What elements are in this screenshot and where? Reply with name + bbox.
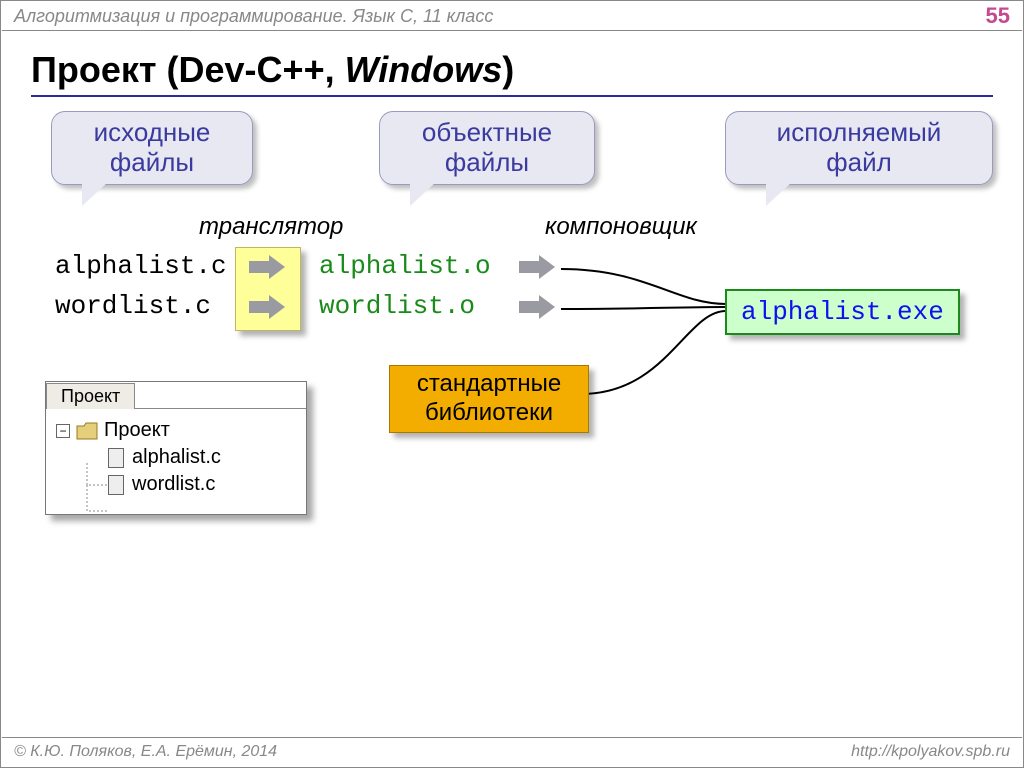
stdlib-line2: библиотеки: [425, 399, 553, 426]
link-curves: [556, 259, 776, 439]
footer-right: http://kpolyakov.spb.ru: [851, 743, 1010, 761]
project-tab[interactable]: Проект: [46, 383, 135, 409]
callout-exe-line2: файл: [826, 147, 892, 177]
title-pre: Проект (Dev-C++,: [31, 49, 345, 90]
src-file-1: alphalist.c: [55, 251, 227, 281]
tree-collapse-icon[interactable]: −: [56, 424, 70, 438]
course-label: Алгоритмизация и программирование. Язык …: [14, 6, 493, 27]
obj-file-1: alphalist.o: [319, 251, 491, 281]
file-icon: [108, 475, 124, 495]
tree-file-row[interactable]: wordlist.c: [108, 473, 296, 496]
callout-exe-file: исполняемый файл: [725, 111, 993, 185]
tree-file-row[interactable]: alphalist.c: [108, 446, 296, 469]
callout-exe-line1: исполняемый: [777, 117, 942, 147]
callout-object-line2: файлы: [445, 147, 529, 177]
title-post: ): [502, 49, 514, 90]
tree-root-row[interactable]: − Проект: [56, 419, 296, 442]
slide-title: Проект (Dev-C++, Windows): [31, 49, 514, 91]
file-icon: [108, 448, 124, 468]
label-linker: компоновщик: [545, 213, 697, 241]
page-number: 55: [986, 3, 1010, 29]
stdlib-line1: стандартные: [417, 370, 561, 397]
callout-source-line1: исходные: [94, 117, 211, 147]
callout-object-files: объектные файлы: [379, 111, 595, 185]
header-bar: Алгоритмизация и программирование. Язык …: [2, 2, 1022, 31]
tree-file-2: wordlist.c: [132, 473, 215, 496]
obj-file-2: wordlist.o: [319, 291, 475, 321]
footer-left: © К.Ю. Поляков, Е.А. Ерёмин, 2014: [14, 743, 277, 761]
footer-bar: © К.Ю. Поляков, Е.А. Ерёмин, 2014 http:/…: [2, 737, 1022, 766]
callout-object-line1: объектные: [422, 117, 552, 147]
arrow-icon: [519, 255, 555, 279]
label-translator: транслятор: [199, 213, 343, 241]
slide: Алгоритмизация и программирование. Язык …: [0, 0, 1024, 768]
project-tab-label: Проект: [61, 386, 120, 406]
title-italic: Windows: [345, 49, 503, 90]
arrow-icon: [519, 295, 555, 319]
project-panel: Проект − Проект alphalist.c wordlist.c: [45, 381, 307, 515]
exe-box: alphalist.exe: [725, 289, 960, 335]
tree-root-label: Проект: [104, 419, 170, 442]
arrow-icon: [249, 295, 285, 319]
exe-filename: alphalist.exe: [741, 297, 944, 327]
src-file-2: wordlist.c: [55, 291, 211, 321]
title-underline: [31, 95, 993, 97]
stdlib-box: стандартные библиотеки: [389, 365, 589, 433]
callout-source-line2: файлы: [110, 147, 194, 177]
arrow-icon: [249, 255, 285, 279]
project-tree: − Проект alphalist.c wordlist.c: [46, 408, 306, 514]
folder-icon: [76, 422, 98, 440]
tree-file-1: alphalist.c: [132, 446, 221, 469]
callout-source-files: исходные файлы: [51, 111, 253, 185]
